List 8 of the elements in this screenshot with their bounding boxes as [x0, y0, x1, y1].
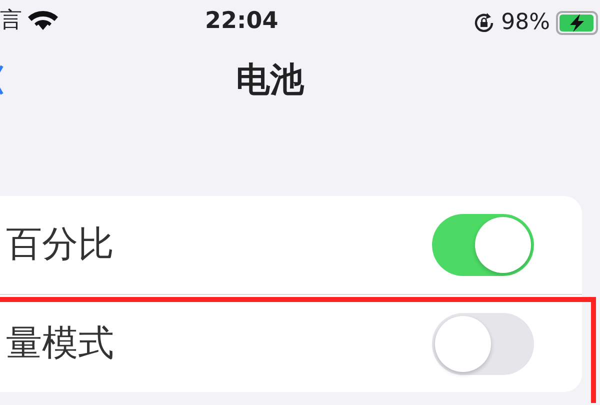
clock-time: 22:04	[205, 7, 278, 36]
battery-percent: 98%	[501, 9, 550, 37]
wifi-icon	[28, 9, 58, 31]
carrier-text: 言	[0, 7, 22, 35]
rotation-lock-icon	[473, 12, 496, 34]
setting-label: 量模式	[6, 322, 114, 366]
page-title: 电池	[236, 58, 304, 102]
setting-label: 百分比	[6, 223, 114, 267]
